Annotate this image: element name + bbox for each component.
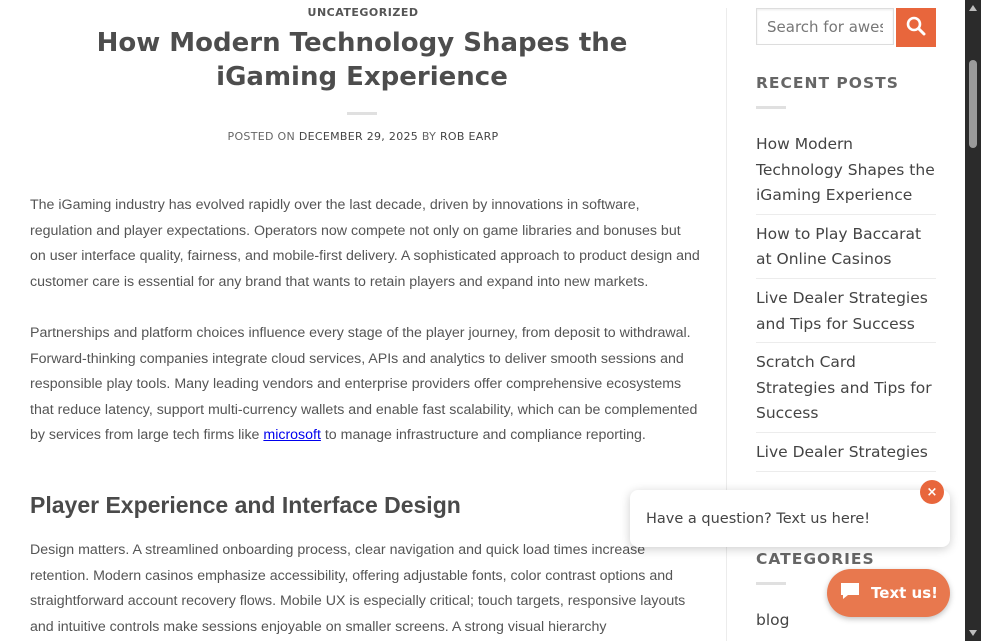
- paragraph-2-text-b: to manage infrastructure and compliance …: [320, 427, 646, 444]
- close-icon: ×: [926, 484, 938, 500]
- by-label: BY: [421, 130, 437, 143]
- list-item: Live Dealer Strategies: [756, 439, 936, 472]
- microsoft-link[interactable]: microsoft: [263, 427, 321, 443]
- page-title: How Modern Technology Shapes the iGaming…: [62, 26, 662, 94]
- list-item: How to Play Baccarat at Online Casinos: [756, 221, 936, 279]
- list-item: How Modern Technology Shapes the iGaming…: [756, 131, 936, 215]
- chat-icon: [839, 581, 861, 605]
- recent-posts-title: RECENT POSTS: [756, 74, 899, 92]
- post-date[interactable]: DECEMBER 29, 2025: [299, 130, 418, 143]
- post-category[interactable]: UNCATEGORIZED: [0, 6, 726, 19]
- title-line-1: How Modern Technology Shapes the: [96, 28, 628, 58]
- posted-on-label: POSTED ON: [227, 130, 296, 143]
- article-paragraph-3: Design matters. A streamlined onboarding…: [30, 542, 686, 635]
- scroll-up-icon[interactable]: [967, 2, 979, 14]
- chat-prompt-text: Have a question? Text us here!: [646, 510, 871, 527]
- recent-post-link[interactable]: Live Dealer Strategies and Tips for Succ…: [756, 286, 936, 337]
- search-icon: [906, 16, 926, 39]
- post-meta: POSTED ON DECEMBER 29, 2025 BY ROB EARP: [0, 130, 726, 143]
- recent-post-link[interactable]: How to Play Baccarat at Online Casinos: [756, 222, 936, 273]
- text-us-label: Text us!: [871, 584, 938, 602]
- chat-close-button[interactable]: ×: [920, 480, 944, 504]
- title-divider: [347, 112, 377, 115]
- recent-post-link[interactable]: How Modern Technology Shapes the iGaming…: [756, 132, 936, 209]
- search-input[interactable]: [756, 8, 894, 45]
- recent-post-link[interactable]: Scratch Card Strategies and Tips for Suc…: [756, 350, 936, 427]
- article-column: UNCATEGORIZED How Modern Technology Shap…: [0, 0, 726, 641]
- section-heading: Player Experience and Interface Design: [30, 492, 461, 518]
- categories-divider: [756, 582, 786, 585]
- recent-posts-divider: [756, 106, 786, 109]
- categories-title: CATEGORIES: [756, 550, 875, 568]
- recent-post-link[interactable]: Live Dealer Strategies: [756, 440, 936, 466]
- scroll-down-icon[interactable]: [967, 627, 979, 639]
- chat-prompt-bubble[interactable]: Have a question? Text us here!: [630, 490, 950, 547]
- title-line-2: iGaming Experience: [216, 62, 508, 92]
- article-paragraph-1: The iGaming industry has evolved rapidly…: [30, 197, 700, 290]
- recent-posts-list: How Modern Technology Shapes the iGaming…: [756, 131, 936, 478]
- text-us-button[interactable]: Text us!: [827, 569, 950, 617]
- list-item: Scratch Card Strategies and Tips for Suc…: [756, 349, 936, 433]
- post-author[interactable]: ROB EARP: [440, 130, 499, 143]
- paragraph-2-text-a: Partnerships and platform choices influe…: [30, 325, 698, 444]
- list-item: Live Dealer Strategies and Tips for Succ…: [756, 285, 936, 344]
- scrollbar-thumb[interactable]: [969, 60, 977, 148]
- article-paragraph-2: Partnerships and platform choices influe…: [30, 321, 700, 449]
- category-link[interactable]: blog: [756, 611, 789, 629]
- search-button[interactable]: [896, 8, 936, 47]
